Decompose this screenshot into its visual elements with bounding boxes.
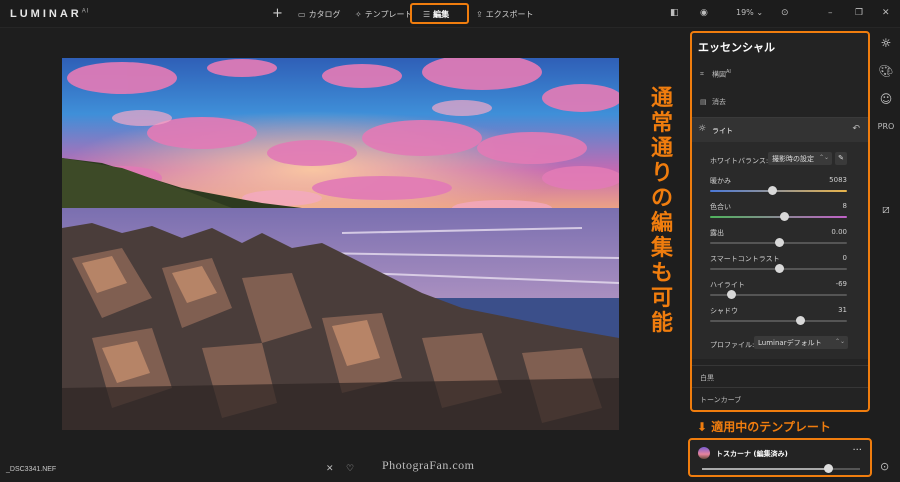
slider-track[interactable] <box>710 190 847 192</box>
zoom-select[interactable]: 19% ⌄ <box>736 8 763 17</box>
profile-select[interactable]: Luminarデフォルト ⌃⌄ <box>754 336 848 349</box>
close-icon[interactable]: ✕ <box>882 8 890 18</box>
slider-track[interactable] <box>710 320 847 322</box>
tool-erase[interactable]: ▤ 消去 <box>700 97 726 107</box>
watermark: PhotograFan.com <box>382 458 475 472</box>
more-icon[interactable]: ··· <box>852 445 862 456</box>
history-icon[interactable]: ⊙ <box>781 8 789 18</box>
slider-label: 暖かみ <box>710 177 731 185</box>
tab-edit[interactable]: ☰ 編集 <box>423 9 449 20</box>
portrait-icon[interactable]: ☺ <box>876 92 896 106</box>
white-balance-select[interactable]: 撮影時の設定 ⌃⌄ <box>768 152 832 165</box>
tab-templates[interactable]: ✧ テンプレート <box>355 9 412 20</box>
heart-icon[interactable]: ♡ <box>346 464 354 474</box>
essentials-panel: エッセンシャル ⌗ 構図AI ▤ 消去 ☼ ライト ↶ ホワイトバランス: 撮影時の… <box>690 31 870 412</box>
annotation-edit-note: 通常通りの編集も可能 <box>650 86 673 336</box>
slider-value: 0.00 <box>831 228 847 236</box>
essentials-icon[interactable]: ☼ <box>876 36 896 50</box>
add-icon[interactable]: + <box>272 6 283 21</box>
creative-icon[interactable]: 🎨︎ <box>876 64 896 78</box>
applied-template[interactable]: トスカーナ (編集済み) ··· <box>688 438 872 477</box>
file-name: _DSC3341.NEF <box>6 466 57 473</box>
slider-knob[interactable] <box>774 264 784 273</box>
clock-icon[interactable]: ⊙ <box>880 460 889 473</box>
slider-value: 31 <box>838 306 847 314</box>
slider-knob[interactable] <box>795 316 805 325</box>
slider-label: スマートコントラスト <box>710 255 780 263</box>
slider-label: 色合い <box>710 203 731 211</box>
section-bw[interactable]: 白黒 <box>692 365 868 387</box>
sun-icon: ☼ <box>698 124 707 134</box>
light-section: ☼ ライト ↶ ホワイトバランス: 撮影時の設定 ⌃⌄ ✎ 暖かみ 5083 色合い 8… <box>692 117 868 359</box>
eyedropper-icon[interactable]: ✎ <box>835 152 847 165</box>
slider-knob[interactable] <box>774 238 784 247</box>
template-amount-slider[interactable] <box>702 464 860 473</box>
main-photo[interactable] <box>62 58 619 430</box>
slider-value: 5083 <box>829 176 847 184</box>
slider-knob[interactable] <box>727 290 737 299</box>
tool-crop[interactable]: ⌗ 構図AI <box>700 69 731 79</box>
app-logo: LUMINARAI <box>10 8 90 20</box>
landscape-image <box>62 58 619 430</box>
template-name: トスカーナ (編集済み) <box>716 450 788 458</box>
reject-icon[interactable]: ✕ <box>326 464 334 474</box>
template-amount-fill <box>702 468 829 470</box>
minimize-icon[interactable]: – <box>828 8 833 18</box>
section-tone-curve[interactable]: トーンカーブ <box>692 387 868 409</box>
reset-icon[interactable]: ↶ <box>852 124 860 134</box>
slider-value: -69 <box>835 280 847 288</box>
slider-value: 0 <box>842 254 847 262</box>
slider-label: ハイライト <box>710 281 745 289</box>
slider-track[interactable] <box>710 216 847 218</box>
light-header[interactable]: ☼ ライト ↶ <box>692 118 868 142</box>
erase-icon: ▤ <box>700 98 707 106</box>
annotation-template-note: ⬇ 適用中のテンプレート <box>697 420 831 434</box>
template-thumbnail <box>698 447 710 459</box>
slider-label: シャドウ <box>710 307 738 315</box>
sliders-icon: ☰ <box>423 10 431 19</box>
slider-knob[interactable] <box>779 212 789 221</box>
eye-icon[interactable]: ◉ <box>700 8 708 18</box>
template-amount-knob[interactable] <box>824 464 834 473</box>
slider-label: 露出 <box>710 229 724 237</box>
tab-catalog[interactable]: ▭ カタログ <box>298 9 341 20</box>
panel-title: エッセンシャル <box>698 41 775 54</box>
white-balance-label: ホワイトバランス: <box>710 157 769 165</box>
local-masking-icon[interactable]: ⧄ <box>876 202 896 217</box>
slider-value: 8 <box>842 202 847 210</box>
compare-icon[interactable]: ◧ <box>670 8 679 18</box>
maximize-icon[interactable]: ❐ <box>855 8 863 18</box>
pro-icon[interactable]: PRO <box>876 122 896 131</box>
crop-icon: ⌗ <box>700 70 704 79</box>
top-bar: LUMINARAI + ▭ カタログ ✧ テンプレート ☰ 編集 ⇪ エクスポート ◧ … <box>0 0 900 28</box>
slider-knob[interactable] <box>767 186 777 195</box>
export-icon: ⇪ <box>476 10 483 19</box>
folder-icon: ▭ <box>298 10 306 19</box>
tab-export[interactable]: ⇪ エクスポート <box>476 9 533 20</box>
profile-label: プロファイル: <box>710 341 755 349</box>
sparkle-icon: ✧ <box>355 10 362 19</box>
